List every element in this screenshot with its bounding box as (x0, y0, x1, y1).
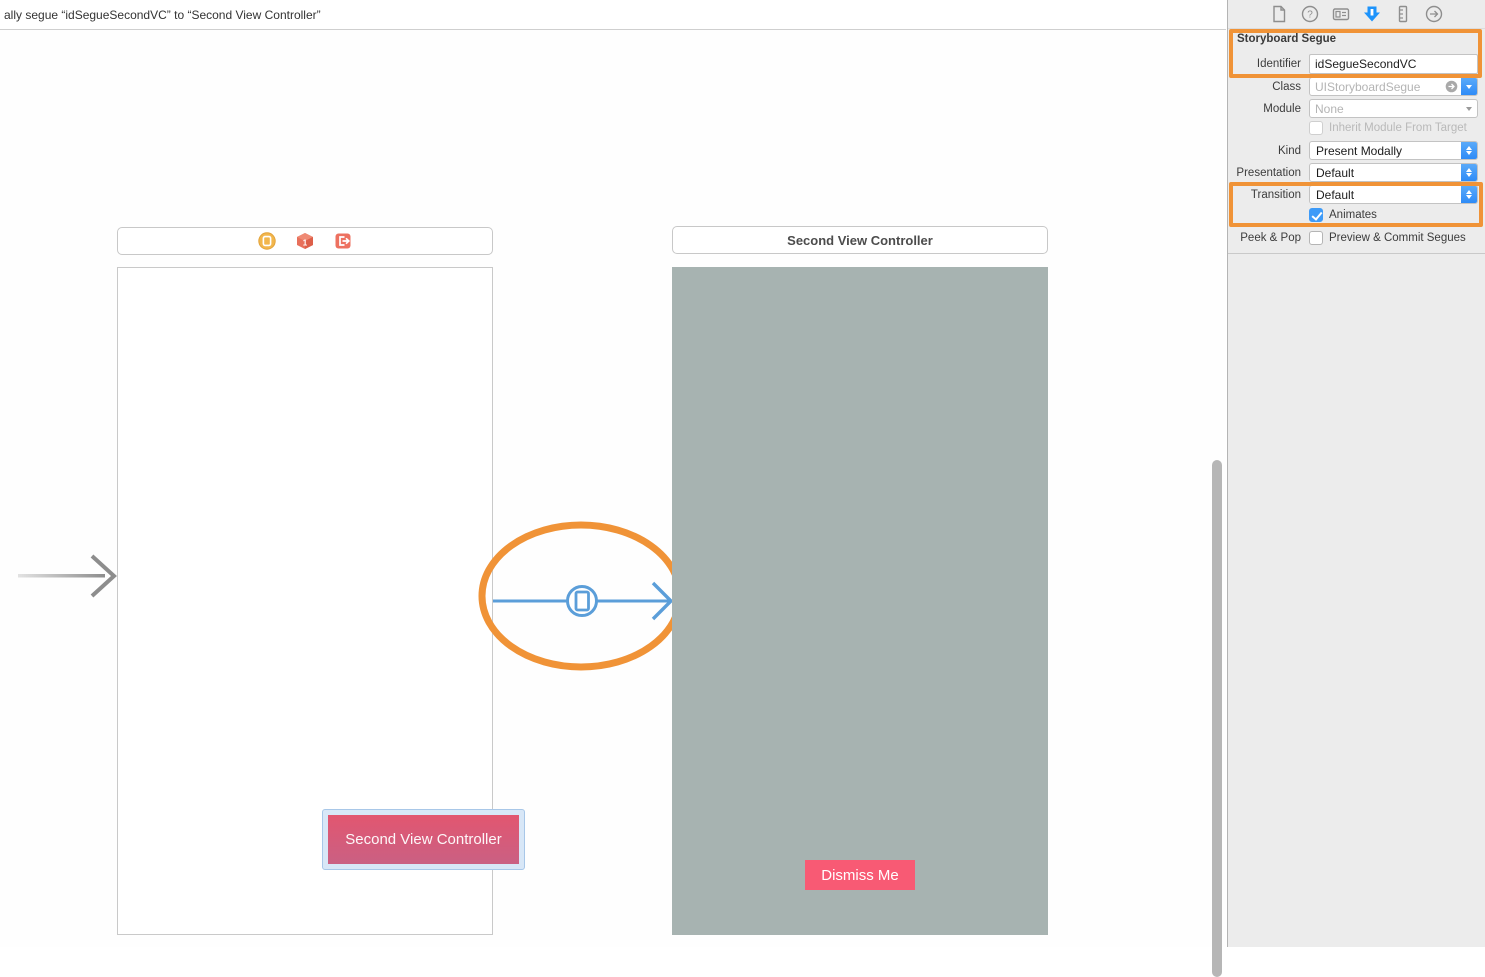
inherit-module-label: Inherit Module From Target (1329, 122, 1467, 134)
peek-pop-label: Peek & Pop (1240, 232, 1301, 244)
class-placeholder: UIStoryboardSegue (1315, 79, 1421, 94)
file-inspector-icon[interactable] (1270, 5, 1288, 23)
quick-help-inspector-icon[interactable]: ? (1301, 5, 1319, 23)
second-view-controller-button[interactable]: Second View Controller (328, 815, 519, 864)
identifier-input[interactable] (1309, 54, 1478, 74)
second-vc-header[interactable]: Second View Controller (672, 226, 1048, 254)
button-label: Second View Controller (345, 831, 502, 848)
inspector-toolbar: ? (1228, 0, 1485, 29)
identity-inspector-icon[interactable] (1332, 5, 1350, 23)
transition-stepper-icon (1461, 186, 1477, 203)
jump-bar[interactable]: ally segue “idSegueSecondVC” to “Second … (0, 0, 1226, 30)
dismiss-me-label: Dismiss Me (821, 866, 899, 884)
kind-stepper-icon (1461, 142, 1477, 159)
transition-value: Default (1316, 187, 1355, 202)
second-vc-body[interactable]: Dismiss Me (672, 267, 1048, 935)
module-placeholder: None (1315, 101, 1344, 116)
second-vc-title: Second View Controller (787, 232, 933, 248)
svg-text:?: ? (1307, 10, 1313, 21)
transition-row: Transition Default (1228, 185, 1478, 204)
presentation-value: Default (1316, 165, 1355, 180)
presentation-label: Presentation (1236, 166, 1301, 179)
transition-label: Transition (1250, 188, 1301, 201)
animates-checkbox[interactable] (1309, 208, 1323, 222)
size-inspector-icon[interactable] (1394, 5, 1412, 23)
presentation-row: Presentation Default (1228, 163, 1478, 182)
connections-inspector-icon[interactable] (1425, 5, 1443, 23)
presentation-stepper-icon (1461, 164, 1477, 181)
identifier-label: Identifier (1256, 58, 1301, 70)
first-responder-icon[interactable]: 1 (296, 232, 314, 250)
jump-bar-text: ally segue “idSegueSecondVC” to “Second … (4, 7, 321, 22)
section-separator (1228, 253, 1485, 254)
kind-row: Kind Present Modally (1228, 141, 1478, 160)
view-controller-icon[interactable] (258, 232, 276, 250)
dismiss-me-button[interactable]: Dismiss Me (805, 860, 915, 890)
kind-value: Present Modally (1316, 143, 1403, 158)
module-dropdown[interactable]: None (1309, 99, 1478, 118)
utilities-inspector-panel: ? Storyboard Segue Identifier idSegueSec… (1227, 0, 1485, 947)
vertical-scrollbar-thumb[interactable] (1212, 460, 1222, 977)
class-dropdown-button[interactable] (1461, 78, 1477, 95)
kind-popup[interactable]: Present Modally (1309, 141, 1478, 160)
exit-icon[interactable] (334, 232, 352, 250)
section-title: Storyboard Segue (1237, 33, 1337, 45)
inherit-module-row: Inherit Module From Target (1228, 121, 1478, 135)
storyboard-canvas[interactable]: 1 Second View Controller Second View Con… (0, 30, 1226, 977)
identifier-row: Identifier (1228, 54, 1478, 74)
class-row: Class UIStoryboardSegue (1228, 77, 1478, 96)
kind-label: Kind (1277, 144, 1301, 157)
initial-vc-arrow (18, 554, 117, 598)
first-vc-header[interactable]: 1 (117, 227, 493, 255)
transition-popup[interactable]: Default (1309, 185, 1478, 204)
first-vc-body[interactable]: Second View Controller (117, 267, 525, 935)
animates-row: Animates (1228, 208, 1478, 222)
class-combobox[interactable]: UIStoryboardSegue (1309, 77, 1478, 96)
peek-pop-row: Peek & Pop Preview & Commit Segues (1228, 231, 1478, 245)
svg-text:1: 1 (303, 239, 308, 248)
module-row: Module None (1228, 99, 1478, 118)
peek-pop-checkbox[interactable] (1309, 231, 1323, 245)
animates-label: Animates (1329, 209, 1377, 221)
inherit-module-checkbox[interactable] (1309, 121, 1323, 135)
attributes-inspector-icon[interactable] (1363, 5, 1381, 23)
peek-pop-option-label: Preview & Commit Segues (1329, 232, 1466, 244)
module-label: Module (1263, 102, 1301, 115)
class-label: Class (1272, 80, 1301, 93)
presentation-popup[interactable]: Default (1309, 163, 1478, 182)
segue-connector[interactable] (475, 480, 697, 678)
selected-button-handles[interactable]: Second View Controller (322, 809, 525, 870)
class-navigate-icon[interactable] (1445, 80, 1458, 93)
xcode-interface-builder: ally segue “idSegueSecondVC” to “Second … (0, 0, 1485, 977)
module-chevron-icon (1461, 100, 1477, 117)
